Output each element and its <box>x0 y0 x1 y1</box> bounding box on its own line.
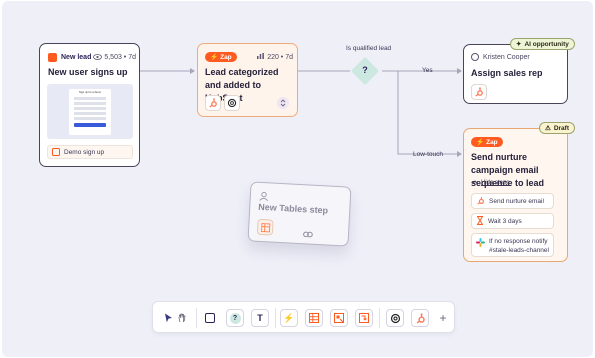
eye-icon <box>93 53 103 62</box>
tables-step-card[interactable]: New Tables step <box>247 181 352 247</box>
chevron-up-icon <box>472 180 478 186</box>
hand-icon[interactable] <box>173 309 191 327</box>
avatar-icon <box>471 53 479 61</box>
trigger-header: New lead 5,503 • 7d <box>48 53 136 62</box>
ai-opportunity-label: AI opportunity <box>524 40 569 48</box>
condition-symbol: ? <box>362 65 368 75</box>
hubspot-icon[interactable] <box>411 309 429 327</box>
nurture-step-notify[interactable]: If no response notify #stale-leads-chann… <box>471 233 554 257</box>
assign-header: Kristen Cooper <box>471 53 530 61</box>
form-preview[interactable]: Sign up for a demo <box>47 84 133 139</box>
chatgpt-icon <box>224 95 240 111</box>
zap-step-card[interactable]: ⚡ Zap 220 • 7d Lead categorized and adde… <box>197 43 298 117</box>
form-preview-heading: Sign up for a demo <box>79 91 101 94</box>
square-shape <box>205 313 215 323</box>
chatgpt-icon[interactable] <box>386 309 404 327</box>
nurture-step-label: Send nurture email <box>489 197 544 205</box>
table-icon <box>256 218 274 236</box>
toolbar-divider <box>275 308 276 328</box>
nurture-step-email[interactable]: Send nurture email <box>471 193 554 209</box>
nurture-step-label: Wait 3 days <box>488 217 522 225</box>
assign-person: Kristen Cooper <box>483 53 530 61</box>
nurture-step-wait[interactable]: Wait 3 days <box>471 213 554 229</box>
nurture-card[interactable]: ⚡ Zap Send nurture campaign email sequen… <box>463 128 568 262</box>
zap-step-stats-text: 220 • 7d <box>267 53 293 61</box>
zap-step-stats: 220 • 7d <box>257 53 293 61</box>
draft-label: Draft <box>553 124 569 132</box>
nurture-pill-label: Zap <box>486 138 498 146</box>
zap-pill: ⚡ Zap <box>471 137 503 147</box>
trigger-views: 5,503 • 7d <box>104 54 136 61</box>
toolbar-divider <box>379 308 380 328</box>
form-preview-field <box>74 97 106 100</box>
zap-icon[interactable]: ⚡ <box>280 309 298 327</box>
text-glyph: T <box>257 313 263 323</box>
branch-lowtouch-label: Low-touch <box>413 151 443 158</box>
table-icon[interactable] <box>305 309 323 327</box>
condition-label: Is qualified lead <box>346 45 392 52</box>
form-preview-submit <box>74 123 106 127</box>
assign-title: Assign sales rep <box>471 68 543 78</box>
ai-opportunity-badge: ✦ AI opportunity <box>510 38 575 50</box>
assign-card[interactable]: Kristen Cooper Assign sales rep <box>463 44 568 104</box>
text-icon[interactable]: T <box>251 309 269 327</box>
bottom-toolbar: ? T ⚡ + <box>152 301 455 333</box>
form-icon <box>48 53 57 62</box>
form-icon <box>52 148 60 156</box>
sparkle-icon: ✦ <box>516 41 522 48</box>
connector-lowtouch-branch <box>397 71 457 155</box>
form-preview-field <box>74 117 106 120</box>
link-icon <box>302 225 313 243</box>
form-preview-field <box>74 112 106 115</box>
canvas-icon[interactable] <box>355 309 373 327</box>
form-preview-field <box>74 102 106 105</box>
square-icon[interactable] <box>201 309 219 327</box>
slack-icon <box>476 238 485 249</box>
zap-step-header: ⚡ Zap 220 • 7d <box>205 52 293 62</box>
form-chip[interactable]: Demo sign up <box>47 145 133 159</box>
form-preview-field <box>74 107 106 110</box>
zap-pill-label: Zap <box>220 53 232 61</box>
hubspot-icon <box>476 196 485 207</box>
bar-chart-icon <box>257 53 265 61</box>
interface-icon[interactable] <box>330 309 348 327</box>
arrowhead-nurture <box>457 151 462 157</box>
nurture-step-label: If no response notify #stale-leads-chann… <box>489 238 549 254</box>
hide-steps-label: Hide steps <box>481 180 510 186</box>
hubspot-icon <box>471 84 487 100</box>
zap-pill: ⚡ Zap <box>205 52 237 62</box>
plus-icon[interactable]: + <box>434 309 452 327</box>
workflow-canvas[interactable]: New lead 5,503 • 7d New user signs up Si… <box>2 1 593 357</box>
toolbar-divider <box>196 308 197 328</box>
trigger-card[interactable]: New lead 5,503 • 7d New user signs up Si… <box>39 43 140 167</box>
hubspot-icon <box>205 95 221 111</box>
tables-step-title: New Tables step <box>258 201 329 216</box>
zap-bolt-icon: ⚡ <box>476 139 485 146</box>
arrowhead-zap <box>190 68 195 74</box>
zap-glyph: ⚡ <box>283 312 295 323</box>
trigger-title: New user signs up <box>48 67 128 77</box>
form-chip-label: Demo sign up <box>64 148 105 156</box>
arrowhead-assign <box>457 68 462 74</box>
help-icon[interactable]: ? <box>226 309 244 327</box>
zap-bolt-icon: ⚡ <box>210 54 219 61</box>
chevron-updown-icon[interactable] <box>277 97 289 109</box>
warning-icon: ⚠ <box>545 125 551 132</box>
branch-yes-label: Yes <box>422 67 433 74</box>
help-glyph: ? <box>229 312 241 324</box>
hide-steps-toggle[interactable]: Hide steps <box>472 180 509 186</box>
plus-glyph: + <box>439 311 447 325</box>
form-preview-sheet: Sign up for a demo <box>69 89 111 135</box>
trigger-label: New lead <box>61 54 92 61</box>
hourglass-icon <box>476 215 484 227</box>
draft-badge: ⚠ Draft <box>539 122 575 134</box>
